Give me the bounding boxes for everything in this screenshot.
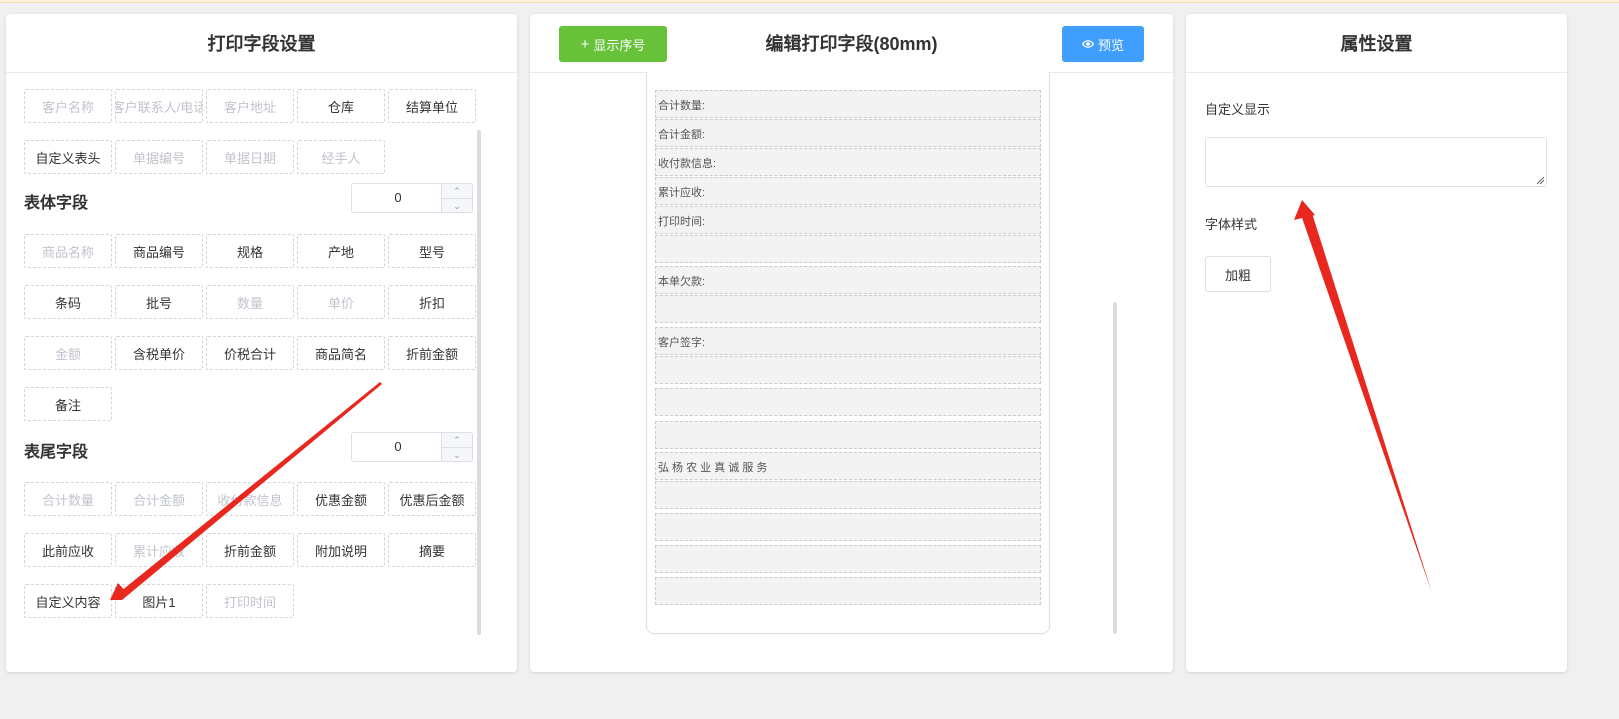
chevron-up-icon[interactable]: ⌃ xyxy=(442,433,472,448)
stepper-arrows: ⌃ ⌄ xyxy=(441,184,472,212)
receipt-field-label: 弘 杨 农 业 真 诚 服 务 xyxy=(658,462,768,474)
top-notice-bar xyxy=(0,0,1619,3)
receipt-field-row[interactable] xyxy=(655,421,1041,449)
body-count-stepper[interactable]: 0 ⌃ ⌄ xyxy=(351,183,473,213)
header-field-button[interactable]: 单据编号 xyxy=(115,140,203,174)
panel-title: 属性设置 xyxy=(1340,34,1413,54)
receipt-field-row[interactable] xyxy=(655,513,1041,541)
plus-icon: + xyxy=(580,35,590,53)
receipt-paper: 合计数量: 合计金额: 收付款信息: 累计应收: 打印时间: 本单欠款: 客户签字: 弘 杨 … xyxy=(646,72,1050,634)
receipt-field-label: 合计数量: xyxy=(658,100,706,112)
stepper-value: 0 xyxy=(394,190,402,205)
receipt-field-row[interactable] xyxy=(655,235,1041,263)
show-index-label: 显示序号 xyxy=(593,37,646,53)
header-field-button[interactable]: 结算单位 xyxy=(388,89,476,123)
receipt-field-row[interactable]: 合计数量: xyxy=(655,90,1041,118)
receipt-field-row[interactable]: 客户签字: xyxy=(655,327,1041,355)
footer-field-button[interactable]: 附加说明 xyxy=(297,533,385,567)
footer-field-button[interactable]: 合计数量 xyxy=(24,482,112,516)
preview-label: 预览 xyxy=(1097,37,1124,53)
middle-scrollbar[interactable] xyxy=(1113,302,1117,634)
footer-field-button[interactable]: 收付款信息 xyxy=(206,482,294,516)
body-field-button[interactable]: 折扣 xyxy=(388,285,476,319)
footer-field-button[interactable]: 打印时间 xyxy=(206,584,294,618)
stepper-arrows: ⌃ ⌄ xyxy=(441,433,472,461)
body-field-button[interactable]: 规格 xyxy=(206,234,294,268)
body-section-title: 表体字段 xyxy=(24,195,89,212)
header-field-button[interactable]: 客户名称 xyxy=(24,89,112,123)
custom-display-textarea[interactable] xyxy=(1205,137,1547,187)
header-field-button[interactable]: 经手人 xyxy=(297,140,385,174)
footer-field-button[interactable]: 累计应收 xyxy=(115,533,203,567)
stepper-value: 0 xyxy=(394,439,402,454)
footer-field-button[interactable]: 折前金额 xyxy=(206,533,294,567)
receipt-field-label: 客户签字: xyxy=(658,337,706,349)
eye-icon xyxy=(1081,40,1094,48)
custom-display-label: 自定义显示 xyxy=(1205,102,1271,117)
show-index-button[interactable]: + 显示序号 xyxy=(559,26,667,62)
header-field-button[interactable]: 客户联系人/电话 xyxy=(115,89,203,123)
body-field-button[interactable]: 商品名称 xyxy=(24,234,112,268)
footer-section-title: 表尾字段 xyxy=(24,444,89,461)
footer-field-button[interactable]: 摘要 xyxy=(388,533,476,567)
panel-header: 属性设置 xyxy=(1186,14,1567,73)
header-field-button[interactable]: 自定义表头 xyxy=(24,140,112,174)
footer-field-button[interactable]: 合计金额 xyxy=(115,482,203,516)
chevron-up-icon[interactable]: ⌃ xyxy=(442,184,472,199)
receipt-field-label: 合计金额: xyxy=(658,129,706,141)
property-settings-panel: 属性设置 自定义显示 字体样式 加粗 xyxy=(1186,14,1567,672)
footer-field-button[interactable]: 优惠金额 xyxy=(297,482,385,516)
receipt-field-row[interactable]: 收付款信息: xyxy=(655,148,1041,176)
footer-field-button[interactable]: 优惠后金额 xyxy=(388,482,476,516)
edit-print-fields-panel: + 显示序号 编辑打印字段(80mm) 预览 合计数量: 合计金额: 收付款信息: 累… xyxy=(530,14,1173,672)
body-field-button[interactable]: 产地 xyxy=(297,234,385,268)
receipt-field-label: 本单欠款: xyxy=(658,276,706,288)
chevron-down-icon[interactable]: ⌄ xyxy=(442,199,472,213)
receipt-field-row[interactable]: 本单欠款: xyxy=(655,266,1041,294)
panel-title: 编辑打印字段(80mm) xyxy=(765,34,938,54)
font-style-label: 字体样式 xyxy=(1205,217,1258,232)
receipt-field-row[interactable] xyxy=(655,545,1041,573)
header-field-button[interactable]: 单据日期 xyxy=(206,140,294,174)
body-field-button[interactable]: 备注 xyxy=(24,387,112,421)
receipt-field-row[interactable] xyxy=(655,356,1041,384)
footer-count-stepper[interactable]: 0 ⌃ ⌄ xyxy=(351,432,473,462)
body-field-button[interactable]: 型号 xyxy=(388,234,476,268)
header-field-button[interactable]: 客户地址 xyxy=(206,89,294,123)
body-field-button[interactable]: 商品简名 xyxy=(297,336,385,370)
receipt-field-row[interactable] xyxy=(655,295,1041,323)
footer-field-button[interactable]: 图片1 xyxy=(115,584,203,618)
print-field-settings-panel: 打印字段设置 客户名称 客户联系人/电话 客户地址 仓库 结算单位自定义表头 单据编号 单据… xyxy=(6,14,517,672)
chevron-down-icon[interactable]: ⌄ xyxy=(442,448,472,462)
panel-title: 打印字段设置 xyxy=(207,34,316,54)
body-field-button[interactable]: 含税单价 xyxy=(115,336,203,370)
body-field-button[interactable]: 商品编号 xyxy=(115,234,203,268)
receipt-field-row[interactable]: 合计金额: xyxy=(655,119,1041,147)
receipt-field-row[interactable]: 累计应收: xyxy=(655,177,1041,205)
body-field-button[interactable]: 折前金额 xyxy=(388,336,476,370)
body-field-button[interactable]: 条码 xyxy=(24,285,112,319)
footer-field-button[interactable]: 此前应收 xyxy=(24,533,112,567)
body-field-button[interactable]: 价税合计 xyxy=(206,336,294,370)
receipt-field-row[interactable] xyxy=(655,481,1041,509)
resize-grip-icon[interactable] xyxy=(1535,175,1545,185)
body-field-button[interactable]: 批号 xyxy=(115,285,203,319)
body-field-button[interactable]: 金额 xyxy=(24,336,112,370)
header-field-button[interactable]: 仓库 xyxy=(297,89,385,123)
receipt-field-row[interactable] xyxy=(655,577,1041,605)
footer-field-button[interactable]: 自定义内容 xyxy=(24,584,112,618)
receipt-field-label: 打印时间: xyxy=(658,216,706,228)
left-scrollbar[interactable] xyxy=(477,130,481,635)
receipt-field-label: 累计应收: xyxy=(658,187,706,199)
receipt-field-row[interactable] xyxy=(655,388,1041,416)
body-field-button[interactable]: 单价 xyxy=(297,285,385,319)
preview-button[interactable]: 预览 xyxy=(1062,26,1144,62)
receipt-field-label: 收付款信息: xyxy=(658,158,717,170)
receipt-field-row[interactable]: 打印时间: xyxy=(655,206,1041,234)
body-field-button[interactable]: 数量 xyxy=(206,285,294,319)
bold-button[interactable]: 加粗 xyxy=(1205,256,1271,292)
receipt-field-row[interactable]: 弘 杨 农 业 真 诚 服 务 xyxy=(655,452,1041,480)
panel-header: + 显示序号 编辑打印字段(80mm) 预览 xyxy=(530,14,1173,73)
panel-header: 打印字段设置 xyxy=(6,14,517,73)
